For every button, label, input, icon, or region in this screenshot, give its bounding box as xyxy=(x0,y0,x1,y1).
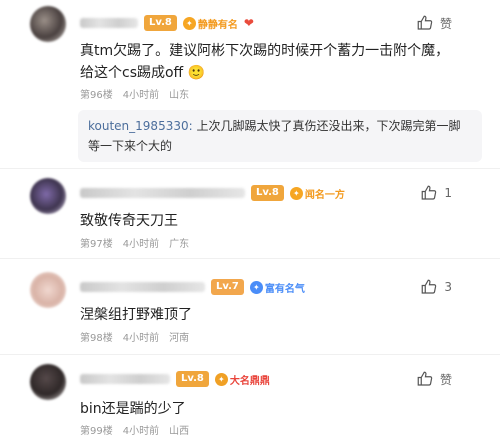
like-button[interactable]: 赞 xyxy=(416,14,452,32)
avatar[interactable] xyxy=(30,364,66,400)
comment-meta: 第98楼 4小时前 河南 xyxy=(80,329,189,344)
username-blurred[interactable] xyxy=(80,18,138,28)
reply-preview[interactable]: kouten_1985330: 上次几脚踢太快了真伤还没出来，下次踢完第一脚等一… xyxy=(78,110,482,162)
floor-number: 第97楼 xyxy=(80,239,113,250)
avatar[interactable] xyxy=(30,272,66,308)
username-blurred[interactable] xyxy=(80,188,245,198)
avatar[interactable] xyxy=(30,178,66,214)
medal-icon: ✦ xyxy=(249,280,263,294)
level-badge: Lv.8 xyxy=(144,15,177,31)
comment-meta: 第96楼 4小时前 山东 xyxy=(80,86,189,101)
like-button[interactable]: 1 xyxy=(420,184,452,202)
fan-medal: ✦ 静静有名 xyxy=(182,16,238,31)
like-count: 赞 xyxy=(439,16,452,31)
user-info-row: Lv.8 ✦ 大名鼎鼎 xyxy=(80,370,270,388)
divider xyxy=(0,258,500,259)
level-badge: Lv.7 xyxy=(211,279,244,295)
thumbs-up-icon xyxy=(417,15,433,30)
medal-label: 富有名气 xyxy=(264,283,305,295)
medal-label: 大名鼎鼎 xyxy=(229,375,270,387)
reply-author[interactable]: kouten_1985330: xyxy=(88,119,193,133)
level-badge: Lv.8 xyxy=(176,371,209,387)
user-info-row: Lv.8 ✦ 静静有名 ❤ xyxy=(80,14,254,32)
heart-icon: ❤ xyxy=(243,16,254,30)
medal-icon: ✦ xyxy=(214,372,228,386)
timestamp: 4小时前 xyxy=(122,426,160,437)
timestamp: 4小时前 xyxy=(122,239,160,250)
thumbs-up-icon xyxy=(422,185,437,200)
user-info-row: Lv.8 ✦ 闻名一方 xyxy=(80,184,345,202)
timestamp: 4小时前 xyxy=(122,90,160,101)
fan-medal: ✦ 大名鼎鼎 xyxy=(214,372,270,387)
medal-icon: ✦ xyxy=(289,186,303,200)
location: 广东 xyxy=(169,239,190,250)
location: 山西 xyxy=(169,426,190,437)
username-blurred[interactable] xyxy=(80,282,205,292)
comment-text: 真tm欠踢了。建议阿彬下次踢的时候开个蓄力一击附个魔，给这个cs踢成off 🙂 xyxy=(80,43,450,81)
timestamp: 4小时前 xyxy=(122,333,160,344)
like-count: 3 xyxy=(444,280,452,294)
floor-number: 第96楼 xyxy=(80,90,113,101)
medal-icon: ✦ xyxy=(182,16,196,30)
comment-text: bin还是踹的少了 xyxy=(80,401,186,417)
comment-meta: 第97楼 4小时前 广东 xyxy=(80,235,189,250)
location: 河南 xyxy=(169,333,190,344)
thumbs-up-icon xyxy=(417,371,433,386)
fan-medal: ✦ 闻名一方 xyxy=(289,186,345,201)
thumbs-up-icon xyxy=(422,279,437,294)
divider xyxy=(0,168,500,169)
username-blurred[interactable] xyxy=(80,374,170,384)
like-count: 赞 xyxy=(439,372,452,387)
user-info-row: Lv.7 ✦ 富有名气 xyxy=(80,278,305,296)
medal-label: 闻名一方 xyxy=(304,189,345,201)
like-button[interactable]: 3 xyxy=(420,278,452,296)
comment-meta: 第99楼 4小时前 山西 xyxy=(80,422,189,437)
comment-text: 涅槃组打野难顶了 xyxy=(80,307,192,323)
location: 山东 xyxy=(169,90,190,101)
level-badge: Lv.8 xyxy=(251,185,284,201)
divider xyxy=(0,354,500,355)
like-count: 1 xyxy=(444,186,452,200)
comment-text: 致敬传奇天刀王 xyxy=(80,213,178,229)
avatar[interactable] xyxy=(30,6,66,42)
floor-number: 第98楼 xyxy=(80,333,113,344)
fan-medal: ✦ 富有名气 xyxy=(249,280,305,295)
medal-label: 静静有名 xyxy=(197,19,238,31)
floor-number: 第99楼 xyxy=(80,426,113,437)
like-button[interactable]: 赞 xyxy=(416,370,452,388)
